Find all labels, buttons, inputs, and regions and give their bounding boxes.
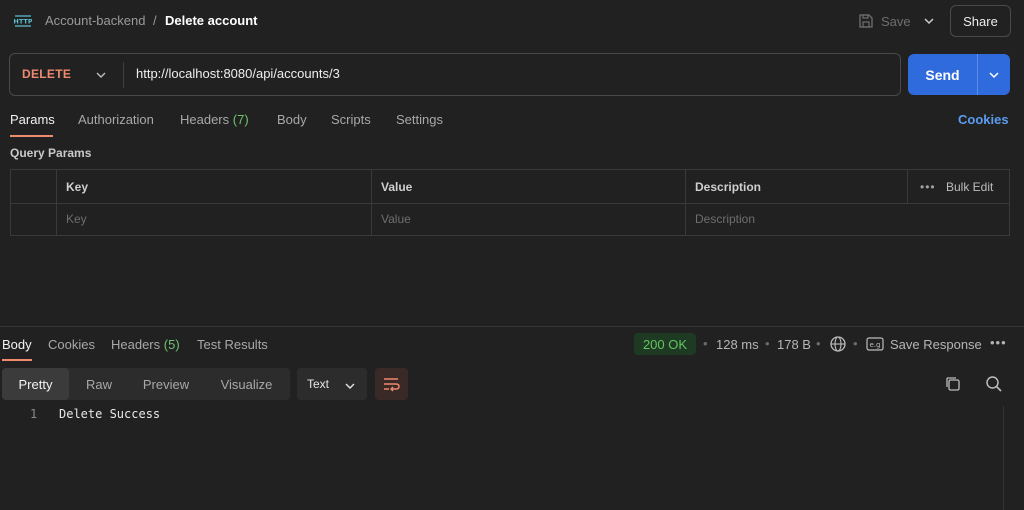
format-select[interactable]: Text bbox=[297, 368, 367, 400]
column-header-value: Value bbox=[381, 180, 413, 194]
top-bar: HTTP Account-backend / Delete account Sa… bbox=[0, 0, 1024, 42]
chevron-down-icon bbox=[345, 383, 355, 389]
column-divider bbox=[907, 170, 908, 203]
wrap-lines-icon bbox=[384, 378, 400, 392]
request-title[interactable]: Delete account bbox=[165, 13, 257, 28]
chevron-down-icon[interactable] bbox=[922, 14, 936, 28]
svg-text:e.g: e.g bbox=[870, 341, 881, 349]
method-select[interactable]: DELETE bbox=[22, 67, 71, 81]
tab-response-headers[interactable]: Headers (5) bbox=[111, 337, 180, 352]
save-response-icon: e.g bbox=[866, 337, 884, 351]
separator-dot: • bbox=[816, 336, 821, 351]
url-bar: DELETE http://localhost:8080/api/account… bbox=[9, 53, 901, 96]
chevron-down-icon[interactable] bbox=[988, 69, 1000, 81]
chevron-down-icon[interactable] bbox=[95, 69, 107, 81]
line-number: 1 bbox=[30, 407, 38, 421]
view-visualize[interactable]: Visualize bbox=[203, 368, 290, 400]
svg-text:HTTP: HTTP bbox=[14, 18, 32, 26]
send-label[interactable]: Send bbox=[908, 54, 977, 95]
copy-icon[interactable] bbox=[945, 376, 961, 392]
more-options-icon[interactable]: ••• bbox=[990, 335, 1007, 350]
wrap-lines-button[interactable] bbox=[375, 368, 408, 400]
response-size[interactable]: 178 B bbox=[777, 337, 811, 352]
key-input[interactable]: Key bbox=[66, 212, 87, 226]
scrollbar[interactable] bbox=[1003, 406, 1004, 510]
cookies-link[interactable]: Cookies bbox=[958, 112, 1009, 127]
globe-icon[interactable] bbox=[829, 335, 847, 353]
breadcrumb-separator: / bbox=[153, 13, 157, 28]
view-pretty[interactable]: Pretty bbox=[2, 368, 69, 400]
tab-response-cookies[interactable]: Cookies bbox=[48, 337, 95, 352]
url-divider bbox=[123, 62, 124, 88]
column-header-key: Key bbox=[66, 180, 89, 194]
value-input[interactable]: Value bbox=[381, 212, 411, 226]
response-time[interactable]: 128 ms bbox=[716, 337, 759, 352]
table-row-divider bbox=[11, 203, 1009, 204]
view-preview[interactable]: Preview bbox=[129, 368, 203, 400]
separator-dot: • bbox=[853, 336, 858, 351]
save-label: Save bbox=[881, 13, 911, 29]
more-options-icon[interactable]: ••• bbox=[920, 180, 936, 194]
request-tabs: Params Authorization Headers (7) Body Sc… bbox=[0, 110, 1024, 138]
tab-settings[interactable]: Settings bbox=[396, 112, 443, 127]
active-tab-indicator bbox=[10, 135, 53, 137]
description-input[interactable]: Description bbox=[695, 212, 755, 226]
response-body-line: 1 Delete Success bbox=[0, 406, 1000, 424]
format-label: Text bbox=[307, 377, 330, 391]
share-button[interactable]: Share bbox=[950, 5, 1011, 37]
headers-count: (7) bbox=[232, 112, 249, 127]
tab-headers[interactable]: Headers (7) bbox=[180, 112, 249, 127]
search-icon[interactable] bbox=[985, 375, 1003, 393]
url-input[interactable]: http://localhost:8080/api/accounts/3 bbox=[136, 66, 340, 81]
tab-authorization[interactable]: Authorization bbox=[78, 112, 154, 127]
tab-scripts[interactable]: Scripts bbox=[331, 112, 371, 127]
save-response-button[interactable]: Save Response bbox=[890, 337, 982, 352]
separator-dot: • bbox=[765, 336, 770, 351]
tab-params[interactable]: Params bbox=[10, 112, 55, 127]
save-icon bbox=[859, 14, 873, 28]
column-header-description: Description bbox=[695, 180, 762, 194]
column-divider bbox=[56, 170, 57, 235]
bulk-edit-button[interactable]: Bulk Edit bbox=[946, 180, 993, 194]
tab-body[interactable]: Body bbox=[277, 112, 307, 127]
tab-test-results[interactable]: Test Results bbox=[197, 337, 268, 352]
query-params-table: Key Value Description ••• Bulk Edit Key … bbox=[10, 169, 1010, 236]
tab-response-headers-label: Headers bbox=[111, 337, 161, 352]
column-divider bbox=[685, 170, 686, 235]
http-icon: HTTP bbox=[14, 15, 32, 27]
response-body-text[interactable]: Delete Success bbox=[59, 407, 160, 421]
query-params-title: Query Params bbox=[10, 146, 92, 160]
breadcrumb-collection[interactable]: Account-backend bbox=[45, 13, 145, 28]
tab-headers-label: Headers bbox=[180, 112, 230, 127]
active-tab-indicator bbox=[2, 359, 32, 361]
tab-response-body[interactable]: Body bbox=[2, 337, 32, 352]
column-divider bbox=[371, 170, 372, 235]
send-button[interactable]: Send bbox=[908, 54, 1010, 95]
separator-dot: • bbox=[703, 336, 708, 351]
response-divider[interactable] bbox=[0, 326, 1024, 327]
response-tabs: Body Cookies Headers (5) Test Results 20… bbox=[0, 333, 1024, 363]
save-button[interactable]: Save bbox=[858, 12, 911, 30]
send-split-divider bbox=[977, 54, 978, 95]
view-raw[interactable]: Raw bbox=[69, 368, 129, 400]
response-headers-count: (5) bbox=[163, 337, 180, 352]
view-mode-group: Pretty Raw Preview Visualize bbox=[2, 368, 290, 400]
status-badge[interactable]: 200 OK bbox=[634, 333, 696, 355]
